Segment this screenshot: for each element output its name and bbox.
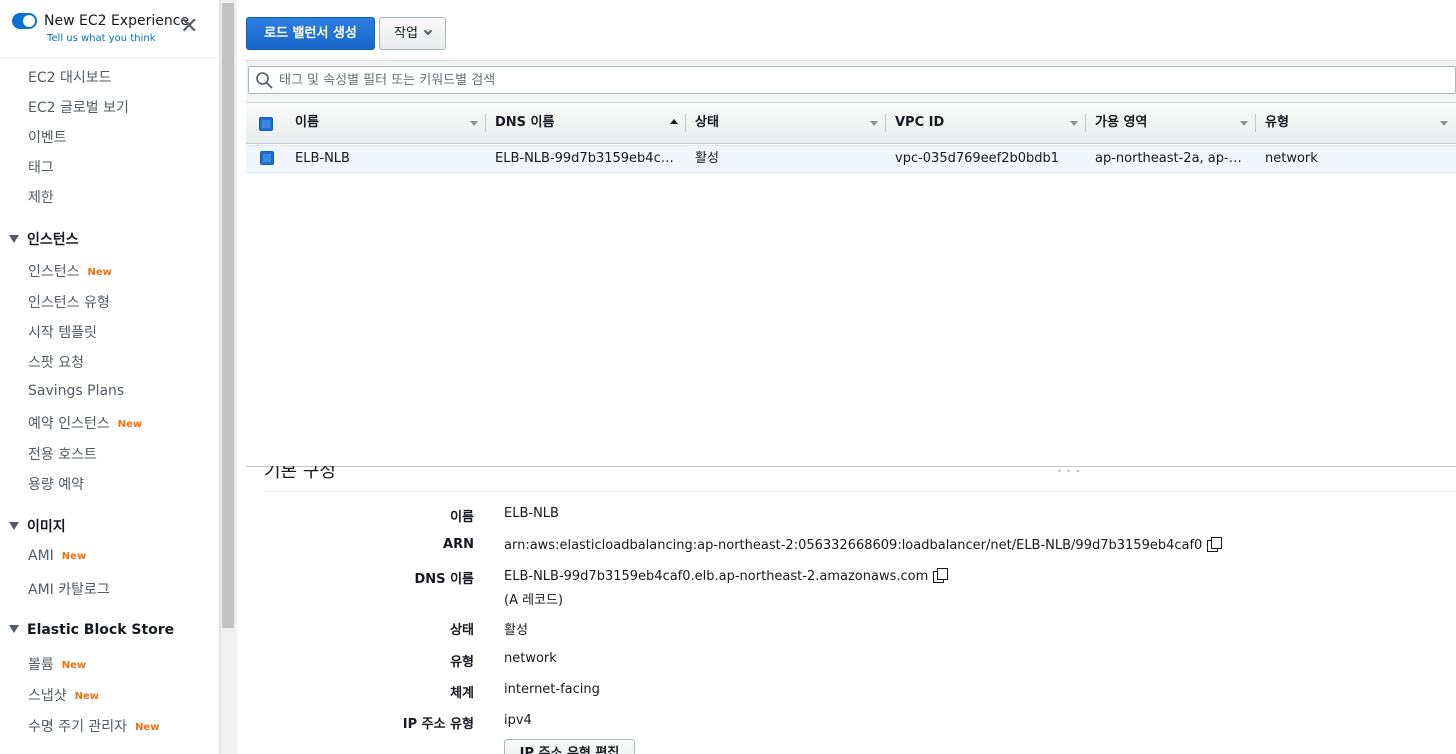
sidebar-item-ec2-global-view[interactable]: EC2 글로벌 보기 <box>28 97 129 117</box>
select-all-checkbox[interactable] <box>259 117 273 131</box>
cell-state: 활성 <box>695 151 719 166</box>
sort-icon <box>870 121 878 126</box>
sidebar-item-reserved-instances[interactable]: 예약 인스턴스 New <box>28 413 142 433</box>
column-header-availability-zones[interactable]: 가용 영역 <box>1086 103 1256 145</box>
sidebar-item-ami[interactable]: AMI New <box>28 548 86 564</box>
detail-label-name: 이름 <box>450 510 474 525</box>
sidebar-item-instance-types[interactable]: 인스턴스 유형 <box>28 292 110 312</box>
new-badge: New <box>74 691 100 702</box>
new-badge: New <box>61 551 87 562</box>
cell-name: ELB-NLB <box>295 151 350 166</box>
cell-dns-name: ELB-NLB-99d7b3159eb4caf0.elb.ap-northeas… <box>495 151 676 166</box>
main-content: 로드 밸런서 생성 작업 이름 DNS 이름 상태 VPC ID 가용 영역 유… <box>237 0 1456 754</box>
sidebar-section-images[interactable]: 이미지 <box>9 516 66 536</box>
copy-icon[interactable] <box>1207 537 1223 552</box>
new-experience-header: New EC2 Experience Tell us what you thin… <box>0 0 219 58</box>
sidebar-item-savings-plans[interactable]: Savings Plans <box>28 383 124 399</box>
detail-value-type: network <box>504 651 557 666</box>
detail-label-state: 상태 <box>450 623 474 638</box>
sort-ascending-icon <box>670 119 678 124</box>
sidebar-item-instances[interactable]: 인스턴스 New <box>28 261 112 281</box>
sidebar-item-snapshots[interactable]: 스냅샷 New <box>28 685 99 705</box>
sort-icon <box>1440 121 1448 126</box>
column-header-vpc-id[interactable]: VPC ID <box>886 103 1086 145</box>
sort-icon <box>1070 121 1078 126</box>
sidebar-item-ec2-dashboard[interactable]: EC2 대시보드 <box>28 67 112 87</box>
new-badge: New <box>87 267 112 278</box>
detail-label-scheme: 체계 <box>450 686 474 701</box>
sidebar-section-ebs[interactable]: Elastic Block Store <box>9 622 174 638</box>
drag-handle-icon[interactable]: • • • <box>1057 467 1081 476</box>
actions-dropdown-button[interactable]: 작업 <box>379 17 446 50</box>
detail-value-dns-name: ELB-NLB-99d7b3159eb4caf0.elb.ap-northeas… <box>504 568 949 584</box>
column-header-name[interactable]: 이름 <box>286 103 486 145</box>
divider <box>264 491 1456 492</box>
panel-splitter[interactable] <box>246 466 1456 468</box>
table-header: 이름 DNS 이름 상태 VPC ID 가용 영역 유형 <box>246 102 1456 144</box>
sidebar-section-instances[interactable]: 인스턴스 <box>9 229 79 249</box>
sidebar-item-ami-catalog[interactable]: AMI 카탈로그 <box>28 579 110 599</box>
detail-value-ip-address-type: ipv4 <box>504 713 532 728</box>
detail-section-title: 기본 구성 <box>264 466 336 482</box>
table-row[interactable]: ELB-NLB ELB-NLB-99d7b3159eb4caf0.elb.ap-… <box>246 145 1456 173</box>
feedback-link[interactable]: Tell us what you think <box>47 33 156 44</box>
detail-value-name: ELB-NLB <box>504 506 559 521</box>
detail-value-scheme: internet-facing <box>504 682 600 697</box>
chevron-down-icon <box>423 26 433 36</box>
new-experience-title: New EC2 Experience <box>44 13 190 29</box>
column-header-state[interactable]: 상태 <box>686 103 886 145</box>
detail-label-type: 유형 <box>450 655 474 670</box>
caret-down-icon <box>9 235 19 243</box>
sort-icon <box>470 121 478 126</box>
detail-value-state: 활성 <box>504 623 528 638</box>
detail-label-ip-address-type: IP 주소 유형 <box>402 717 474 732</box>
search-icon <box>256 72 273 89</box>
sidebar-item-events[interactable]: 이벤트 <box>28 127 67 147</box>
sidebar-item-dedicated-hosts[interactable]: 전용 호스트 <box>28 444 97 464</box>
caret-down-icon <box>9 625 19 633</box>
sidebar-item-launch-templates[interactable]: 시작 템플릿 <box>28 322 97 342</box>
new-experience-toggle[interactable] <box>12 13 37 29</box>
sidebar-item-spot-requests[interactable]: 스팟 요청 <box>28 352 84 372</box>
new-badge: New <box>117 419 143 430</box>
sidebar-item-lifecycle-manager[interactable]: 수명 주기 관리자 New <box>28 716 159 736</box>
sidebar-item-volumes[interactable]: 볼륨 New <box>28 654 86 674</box>
detail-label-arn: ARN <box>443 537 474 552</box>
detail-value-arn: arn:aws:elasticloadbalancing:ap-northeas… <box>504 537 1223 553</box>
edit-ip-address-type-button[interactable]: IP 주소 유형 편집 <box>504 739 635 754</box>
detail-value-dns-record-type: (A 레코드) <box>504 593 564 608</box>
column-header-dns-name[interactable]: DNS 이름 <box>486 103 686 145</box>
create-load-balancer-button[interactable]: 로드 밸런서 생성 <box>246 17 375 50</box>
new-badge: New <box>135 722 160 733</box>
caret-down-icon <box>9 522 19 530</box>
sidebar-scrollbar-thumb[interactable] <box>222 3 234 628</box>
sidebar-item-limits[interactable]: 제한 <box>28 187 54 207</box>
sidebar-item-capacity-reservations[interactable]: 용량 예약 <box>28 474 84 494</box>
cell-availability-zones: ap-northeast-2a, ap-northeast-2c <box>1095 151 1248 166</box>
cell-type: network <box>1265 151 1318 166</box>
search-box[interactable] <box>248 66 1456 94</box>
sidebar-item-tags[interactable]: 태그 <box>28 157 54 177</box>
row-checkbox[interactable] <box>260 151 274 165</box>
close-icon[interactable]: ✕ <box>180 16 198 38</box>
detail-label-dns-name: DNS 이름 <box>414 572 474 587</box>
column-header-type[interactable]: 유형 <box>1256 103 1456 145</box>
copy-icon[interactable] <box>933 568 949 583</box>
new-badge: New <box>61 660 87 671</box>
sort-icon <box>1240 121 1248 126</box>
sidebar: New EC2 Experience Tell us what you thin… <box>0 0 220 754</box>
search-input[interactable] <box>279 71 1449 89</box>
cell-vpc-id: vpc-035d769eef2b0bdb1 <box>895 151 1060 166</box>
